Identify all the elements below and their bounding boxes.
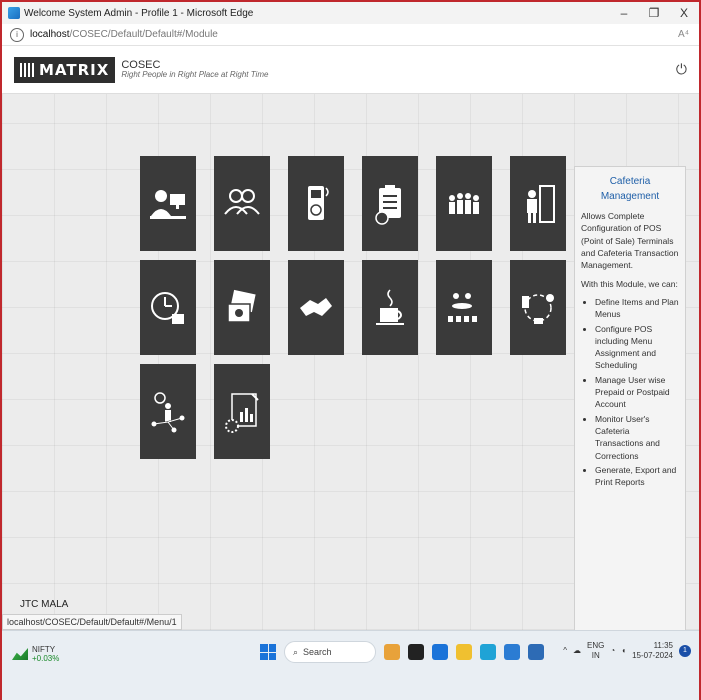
chevron-up-icon[interactable]: ^ <box>563 646 567 655</box>
info-panel-list: Define Items and Plan Menus Configure PO… <box>581 296 679 489</box>
site-label: JTC MALA <box>20 599 69 610</box>
clock[interactable]: 11:35 15-07-2024 <box>632 641 673 660</box>
edge-icon[interactable] <box>432 644 448 660</box>
clipboard-clock-icon <box>375 184 401 225</box>
people-row-icon <box>449 192 479 214</box>
info-panel-intro: With this Module, we can: <box>581 278 678 289</box>
title-bar: Welcome System Admin - Profile 1 - Micro… <box>2 2 699 24</box>
file-explorer-icon[interactable] <box>456 644 472 660</box>
matrix-logo: MATRIX <box>14 56 116 83</box>
lang-region: IN <box>591 650 600 660</box>
language-indicator[interactable]: ENG IN <box>587 641 604 660</box>
time: 11:35 <box>653 641 673 650</box>
power-icon[interactable]: ⏻ <box>676 61 687 78</box>
wifi-icon[interactable]: ◔ <box>610 646 615 655</box>
url-path: /COSEC/Default/Default#/Module <box>69 29 218 40</box>
site-info-icon[interactable]: i <box>10 27 24 42</box>
url-host: localhost <box>30 29 70 40</box>
speaker-icon[interactable]: ◖ <box>621 646 626 655</box>
app-icon[interactable] <box>528 644 544 660</box>
report-gear-icon <box>225 392 259 433</box>
user-groups-tile[interactable] <box>214 156 270 251</box>
task-view-icon[interactable] <box>408 644 424 660</box>
list-item: Generate, Export and Print Reports <box>595 464 679 489</box>
cafeteria-management-tile[interactable] <box>362 260 418 355</box>
address-bar[interactable]: i localhost /COSEC/Default/Default#/Modu… <box>2 24 699 46</box>
system-tray: ^ ☁ ENG IN ◔ ◖ 11:35 15-07-2024 1 <box>563 641 691 660</box>
visitor-management-tile[interactable] <box>436 156 492 251</box>
window-title: Welcome System Admin - Profile 1 - Micro… <box>24 7 254 19</box>
clock-calendar-icon <box>151 291 184 324</box>
group-icon <box>224 188 260 215</box>
fingerprint-device-icon <box>308 185 329 220</box>
handshake-tile[interactable] <box>288 260 344 355</box>
brand: COSEC Right People in Right Place at Rig… <box>121 59 268 80</box>
payment-cycle-tile[interactable] <box>510 260 566 355</box>
taskbar-apps: ⌕ Search <box>260 641 544 663</box>
taskbar-search[interactable]: ⌕ Search <box>284 641 376 663</box>
list-item: Define Items and Plan Menus <box>595 296 679 321</box>
notification-badge[interactable]: 1 <box>679 644 691 657</box>
app-header: MATRIX COSEC Right People in Right Place… <box>2 46 699 94</box>
meeting-icon <box>448 292 477 322</box>
stock-name: NIFTY <box>32 645 56 654</box>
list-item: Monitor User's Cafeteria Transactions an… <box>595 413 679 462</box>
logo-text: MATRIX <box>39 60 110 79</box>
restore-button[interactable]: ❐ <box>639 6 669 20</box>
list-item: Manage User wise Prepaid or Postpaid Acc… <box>595 374 679 411</box>
access-device-tile[interactable] <box>288 156 344 251</box>
read-aloud-icon[interactable]: A⁴ <box>678 29 689 40</box>
info-panel-title: Cafeteria Management <box>600 176 660 202</box>
list-item: Configure POS including Menu Assignment … <box>595 323 679 372</box>
stock-value: +0.03% <box>32 654 60 663</box>
report-settings-tile[interactable] <box>214 364 270 459</box>
edge-app-icon <box>8 7 20 19</box>
minimize-button[interactable]: – <box>609 6 639 20</box>
lang-code: ENG <box>587 641 605 650</box>
module-area: Cafeteria Management Allows Complete Con… <box>2 94 699 641</box>
search-icon: ⌕ <box>293 646 299 657</box>
taskbar: NIFTY +0.03% ⌕ Search ^ ☁ ENG IN ◔ ◖ 11:… <box>2 630 699 700</box>
handshake-icon <box>300 297 332 316</box>
meeting-tile[interactable] <box>436 260 492 355</box>
status-url: localhost/COSEC/Default/Default#/Menu/1 <box>2 614 182 630</box>
date: 15-07-2024 <box>632 650 673 660</box>
time-attendance-tile[interactable] <box>140 260 196 355</box>
info-panel-description: Allows Complete Configuration of POS (Po… <box>581 211 679 271</box>
person-door-icon <box>527 184 555 223</box>
cloud-icon[interactable]: ☁ <box>573 646 581 655</box>
store-icon[interactable] <box>504 644 520 660</box>
door-access-tile[interactable] <box>510 156 566 251</box>
module-info-panel: Cafeteria Management Allows Complete Con… <box>574 166 686 641</box>
coffee-cup-icon <box>376 288 404 325</box>
payment-cycle-icon <box>522 293 554 324</box>
windows-start-icon[interactable] <box>260 644 276 660</box>
logo-bars-icon <box>20 62 34 77</box>
widgets-icon[interactable] <box>384 644 400 660</box>
employee-management-tile[interactable] <box>140 156 196 251</box>
user-tracking-tile[interactable] <box>140 364 196 459</box>
search-label: Search <box>303 647 332 657</box>
tagline: Right People in Right Place at Right Tim… <box>121 70 269 80</box>
photos-icon <box>227 289 256 323</box>
location-tracking-icon <box>151 391 185 432</box>
stock-widget[interactable]: NIFTY +0.03% <box>12 645 59 663</box>
close-button[interactable]: X <box>669 6 699 20</box>
user-desk-icon <box>150 189 186 219</box>
browser-icon[interactable] <box>480 644 496 660</box>
stock-chart-icon <box>12 648 28 660</box>
photo-gallery-tile[interactable] <box>214 260 270 355</box>
reports-tile[interactable] <box>362 156 418 251</box>
